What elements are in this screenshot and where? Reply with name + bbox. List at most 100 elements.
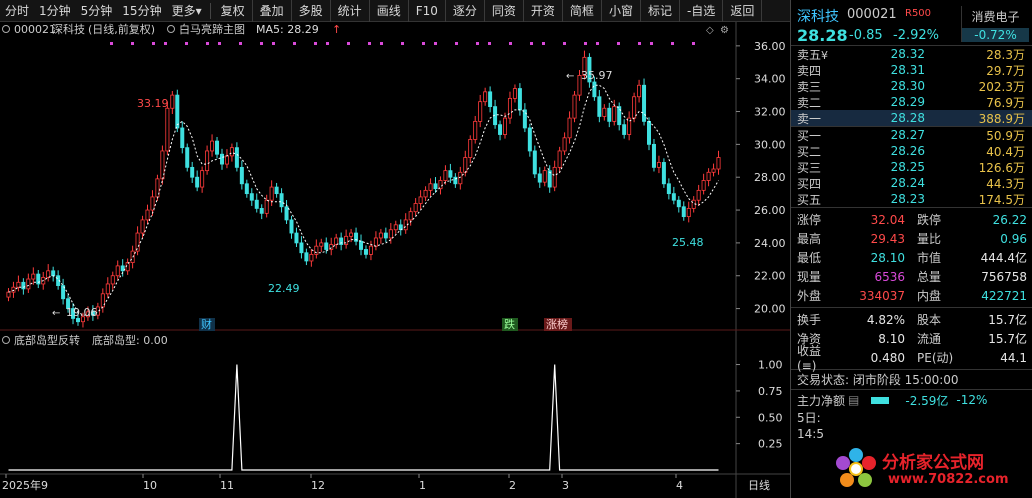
stat-value: 26.22 <box>992 212 1027 227</box>
candle-body <box>537 173 542 183</box>
sub-y-tick-label: 0.50 <box>758 411 783 424</box>
stat-value: 44.1 <box>1000 350 1027 365</box>
y-tick-label: 32.00 <box>754 106 786 119</box>
candle-body <box>428 183 433 191</box>
candle-body <box>423 189 428 198</box>
candle-body <box>696 189 701 201</box>
x-axis-label: 10 <box>143 479 157 492</box>
ask-row[interactable]: 卖四 28.31 29.7万 <box>791 62 1032 78</box>
candle-body <box>468 139 473 158</box>
stat-value: 15.7亿 <box>988 332 1027 346</box>
candle-body <box>656 162 661 168</box>
ask-row[interactable]: 卖三 28.30 202.3万 <box>791 78 1032 94</box>
bid-label: 买一 <box>797 128 822 143</box>
toolbar-button[interactable]: -自选 <box>680 0 724 22</box>
candle-body <box>324 242 329 250</box>
toolbar-button[interactable]: 叠加 <box>253 0 292 22</box>
signal-marker <box>206 42 209 45</box>
ask-row[interactable]: 卖五¥ 28.32 28.3万 <box>791 46 1032 62</box>
candle-body <box>433 183 438 190</box>
toolbar-button[interactable]: 返回 <box>723 0 763 22</box>
signal-marker <box>530 42 533 45</box>
tab-5min[interactable]: 5分钟 <box>76 0 118 22</box>
chart-code: 000021 <box>14 23 56 36</box>
candle-body <box>647 120 652 145</box>
candle-body <box>711 168 716 173</box>
candle-body <box>190 166 195 178</box>
stat-key: 流通 <box>917 332 942 346</box>
tab-15min[interactable]: 15分钟 <box>117 0 166 22</box>
sector-name: 消费电子 <box>971 10 1020 24</box>
signal-marker <box>671 42 674 45</box>
signal-marker <box>239 42 242 45</box>
kline-chart-area[interactable]: 000021 深科技 (日线,前复权) 白马亮蹄主图 MA5: 28.29 ↑ ◇ ⚙ 20.0… <box>0 22 790 498</box>
stat-row: 最低 28.10 市值 444.4亿 <box>791 248 1032 267</box>
main-flow-row[interactable]: 主力净额 ▤ -2.59亿 -12% <box>791 390 1032 410</box>
toolbar-button[interactable]: 小窗 <box>602 0 641 22</box>
tab-more-label: 更多 <box>171 3 196 18</box>
bid-row[interactable]: 买四 28.24 44.3万 <box>791 175 1032 191</box>
toolbar-button[interactable]: 开资 <box>524 0 563 22</box>
toolbar-button[interactable]: 多股 <box>292 0 331 22</box>
toolbar-button[interactable]: 同资 <box>485 0 524 22</box>
stat-value: 0.96 <box>1000 231 1027 246</box>
bid-row[interactable]: 买一 28.27 50.9万 <box>791 127 1032 143</box>
signal-marker <box>368 42 371 45</box>
bid-row[interactable]: 买三 28.25 126.6万 <box>791 159 1032 175</box>
tab-timeshare[interactable]: 分时 <box>0 0 34 22</box>
candle-body <box>219 153 224 165</box>
toolbar-button[interactable]: 逐分 <box>446 0 485 22</box>
quote-panel: 深科技 000021 R500 28.28 -0.85 -2.92% 消费电子 … <box>790 0 1032 498</box>
stat-value: 444.4亿 <box>980 251 1027 265</box>
bid-row[interactable]: 买五 28.23 174.5万 <box>791 191 1032 207</box>
ask-label: 卖一 <box>791 110 835 127</box>
toolbar-divider <box>209 2 211 19</box>
stat-key: 收益(≡) <box>797 344 822 373</box>
sector-box[interactable]: 消费电子 -0.72% <box>961 6 1029 42</box>
bid-price: 28.25 <box>890 160 925 174</box>
tab-1min[interactable]: 1分钟 <box>34 0 76 22</box>
y-tick-label: 30.00 <box>754 138 786 151</box>
toolbar-button[interactable]: 画线 <box>370 0 409 22</box>
signal-marker <box>563 42 566 45</box>
bid-price: 28.23 <box>890 192 925 206</box>
bid-volume: 40.4万 <box>986 144 1025 159</box>
stock-code: 000021 <box>847 7 897 22</box>
ask-row[interactable]: 卖二 28.29 76.9万 <box>791 94 1032 110</box>
indicator-name: 白马亮蹄主图 <box>179 22 245 36</box>
candle-body <box>498 124 503 135</box>
candle-body <box>195 176 200 188</box>
kline-chart[interactable]: 000021深科技 (日线,前复权) 白马亮蹄主图 MA5: 28.29 ↑ ◇ ⚙ 20.0… <box>0 22 790 498</box>
candle-body <box>373 237 378 247</box>
ask-level: 卖二 <box>797 95 822 110</box>
bid-row[interactable]: 买二 28.26 40.4万 <box>791 143 1032 159</box>
tag-cai: 财 <box>201 317 212 331</box>
signal-marker <box>638 42 641 45</box>
ask-price: 28.32 <box>890 47 925 61</box>
signal-marker <box>260 42 263 45</box>
quote-stats: 涨停 32.04 跌停 26.22 最高 29.43 量比 0.96 最低 28.10 市值 444.… <box>791 208 1032 308</box>
bid-label: 买二 <box>797 144 822 159</box>
stat-value: 32.04 <box>870 212 905 227</box>
y-tick-label: 36.00 <box>754 40 786 53</box>
trade-status: 交易状态: 闭市阶段 15:00:00 <box>791 370 1032 390</box>
toolbar-button[interactable]: 统计 <box>331 0 370 22</box>
toolbar-button[interactable]: 标记 <box>641 0 680 22</box>
candle-body <box>503 117 508 135</box>
toolbar-button[interactable]: 复权 <box>214 0 253 22</box>
candle-body <box>388 229 393 239</box>
ask-row[interactable]: 卖一 28.28 388.9万 <box>791 110 1032 126</box>
candle-body <box>637 84 642 98</box>
island-reversal-line <box>8 364 719 471</box>
stat-value: 28.10 <box>870 250 905 265</box>
stat-value: 756758 <box>981 269 1027 284</box>
candle-body <box>463 157 468 173</box>
candle-body <box>686 208 691 218</box>
toolbar-button[interactable]: 简框 <box>563 0 602 22</box>
candle-body <box>507 97 512 119</box>
peak-arrow: ← <box>566 71 574 82</box>
stat-key: 最低 <box>797 251 822 265</box>
toolbar-button[interactable]: F10 <box>409 0 446 22</box>
tab-more[interactable]: 更多▾ <box>167 0 207 22</box>
x-axis-label: 11 <box>220 479 234 492</box>
